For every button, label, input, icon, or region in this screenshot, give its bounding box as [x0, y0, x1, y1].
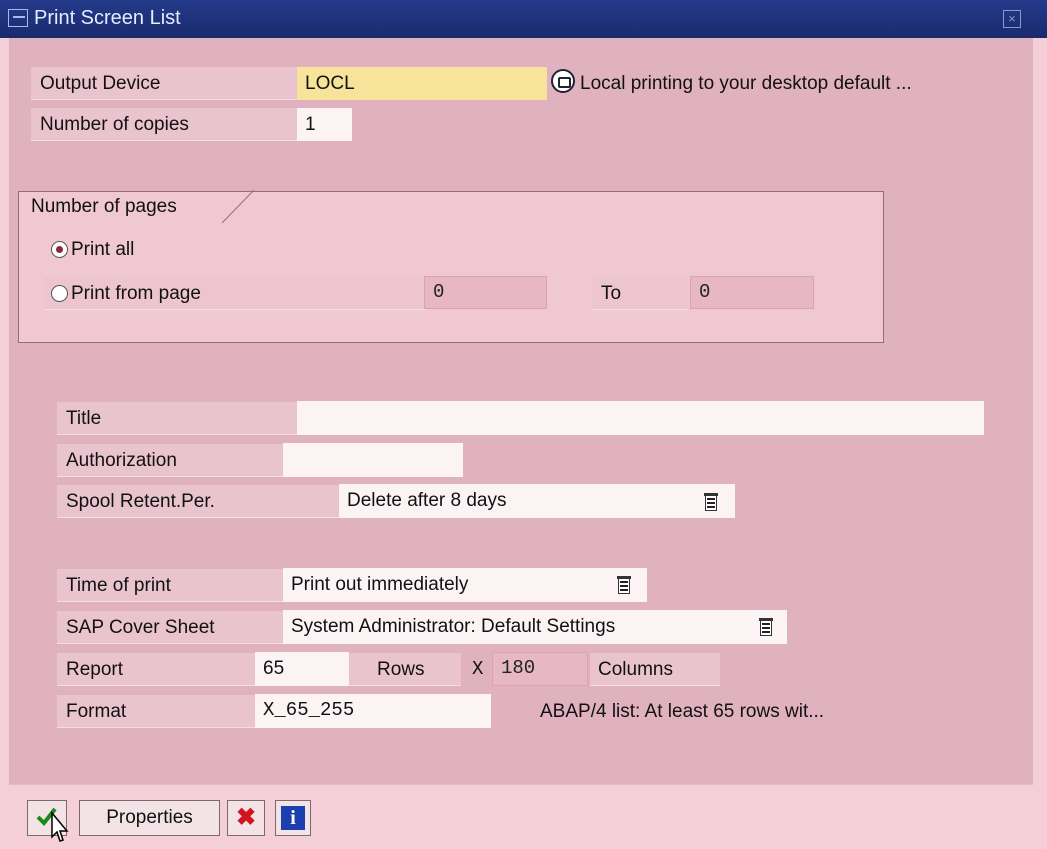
pages-group-title-text: Number of pages: [31, 196, 177, 217]
dropdown-icon[interactable]: [759, 618, 773, 636]
report-label: Report: [57, 653, 255, 686]
cover-sheet-label: SAP Cover Sheet: [57, 611, 283, 644]
time-of-print-label: Time of print: [57, 569, 283, 602]
format-input[interactable]: X_65_255: [255, 694, 491, 728]
report-columns-input[interactable]: 180: [492, 652, 588, 686]
mouse-cursor-icon: [51, 811, 69, 842]
output-device-label: Output Device: [31, 67, 297, 100]
copies-input[interactable]: 1: [297, 108, 352, 141]
spool-retention-value: Delete after 8 days: [347, 490, 507, 511]
output-device-input[interactable]: LOCL: [297, 67, 547, 100]
copies-label: Number of copies: [31, 108, 297, 141]
window-border: [1033, 38, 1047, 848]
window-menu-icon[interactable]: [8, 9, 28, 27]
dropdown-icon[interactable]: [704, 493, 718, 511]
time-of-print-value: Print out immediately: [291, 574, 469, 595]
spool-retention-select[interactable]: Delete after 8 days: [339, 484, 735, 518]
cancel-x-icon: ✖: [235, 804, 257, 831]
info-icon: i: [281, 806, 305, 830]
to-page-input[interactable]: 0: [690, 276, 814, 309]
x-separator: X: [472, 658, 484, 680]
spool-retention-label: Spool Retent.Per.: [57, 485, 339, 518]
authorization-label: Authorization: [57, 444, 283, 477]
rows-label: Rows: [349, 653, 461, 686]
format-label: Format: [57, 695, 255, 728]
authorization-input[interactable]: [283, 443, 463, 477]
cancel-button[interactable]: ✖: [227, 800, 265, 836]
columns-label: Columns: [590, 653, 720, 686]
title-input[interactable]: [297, 401, 984, 435]
popup-icon[interactable]: [551, 69, 575, 93]
window-title: Print Screen List: [34, 7, 181, 29]
print-all-radio[interactable]: [51, 241, 68, 258]
time-of-print-select[interactable]: Print out immediately: [283, 568, 647, 602]
to-label: To: [592, 277, 688, 310]
close-icon[interactable]: ×: [1003, 10, 1021, 28]
continue-button[interactable]: [27, 800, 69, 842]
report-rows-input[interactable]: 65: [255, 652, 349, 686]
output-device-description: Local printing to your desktop default .…: [580, 73, 912, 94]
print-all-label[interactable]: Print all: [71, 233, 134, 266]
format-description: ABAP/4 list: At least 65 rows wit...: [540, 701, 825, 722]
cover-sheet-value: System Administrator: Default Settings: [291, 616, 616, 637]
pages-group-title: Number of pages: [22, 190, 258, 224]
print-from-label[interactable]: Print from page: [71, 277, 201, 310]
info-button[interactable]: i: [275, 800, 311, 836]
from-page-input[interactable]: 0: [424, 276, 547, 309]
properties-button[interactable]: Properties: [79, 800, 220, 836]
title-label: Title: [57, 402, 297, 435]
dropdown-icon[interactable]: [617, 576, 631, 594]
print-from-radio[interactable]: [51, 285, 68, 302]
cover-sheet-select[interactable]: System Administrator: Default Settings: [283, 610, 787, 644]
group-tab-edge: [222, 190, 255, 224]
window-titlebar: Print Screen List ×: [0, 0, 1047, 38]
